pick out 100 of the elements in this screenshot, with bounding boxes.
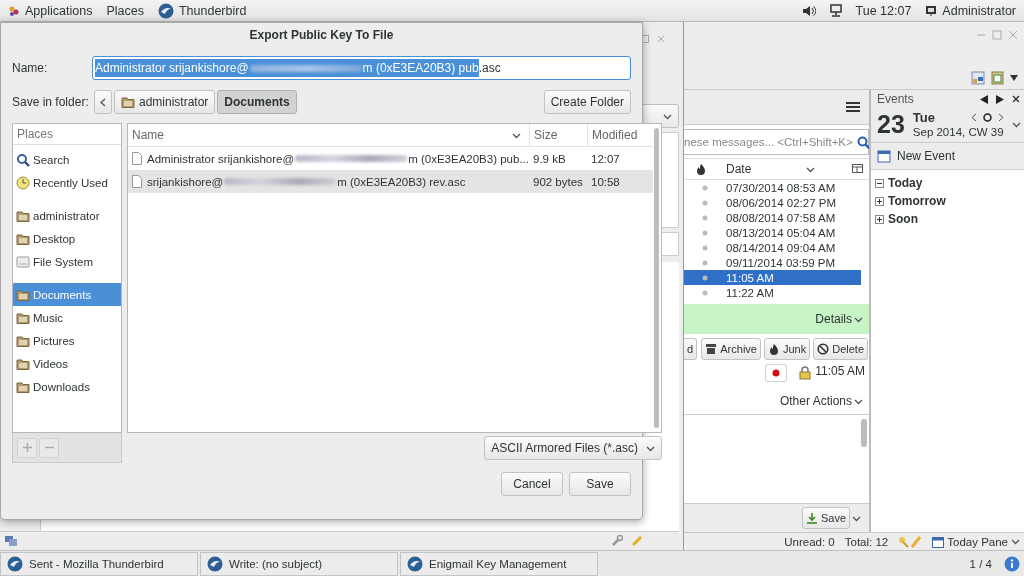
clock-icon [16,175,30,190]
caret-icon [1011,537,1020,546]
name-field[interactable]: Administrator srijankishore@ m (0xE3EA20B3) pub.asc [92,56,631,80]
pane-title: Events [877,92,915,106]
read-dot-icon [702,259,708,266]
network-icon [829,3,842,18]
chevron-left-icon [100,97,106,107]
sidebar-item[interactable]: Downloads [13,375,121,398]
taskbar-button[interactable]: Sent - Mozilla Thunderbird [0,551,198,576]
read-dot-icon [702,229,708,236]
filter-dropdown[interactable]: ASCII Armored Files (*.asc) [484,436,662,460]
column-header[interactable]: Size [529,124,587,147]
read-dot-icon [702,214,708,221]
clock[interactable]: Tue 12:07 [855,3,912,18]
close-icon [1012,95,1020,103]
sidebar-item[interactable]: Recently Used [13,171,121,194]
sidebar-item[interactable]: Pictures [13,329,121,352]
foot-icon [8,4,20,17]
save-icon [805,512,818,524]
save-button[interactable]: Save [801,507,850,529]
sidebar-item[interactable]: administrator [13,204,121,227]
wrench-icon [611,535,623,547]
column-header[interactable]: Name [128,124,529,147]
dialog-button[interactable]: Save [569,472,631,496]
message-row[interactable]: 07/30/2014 08:53 AM [684,180,861,195]
taskbar-button[interactable]: Enigmail Key Management [400,551,598,576]
event-group[interactable]: Tomorrow [888,194,946,208]
field-label: Name: [12,61,49,75]
message-time: 11:05 AM [815,364,865,378]
search-field[interactable]: nese messages... <Ctrl+Shift+K> [684,129,869,155]
path-button[interactable]: Documents [217,90,297,114]
sidebar-item[interactable]: Desktop [13,227,121,250]
create-folder-button[interactable]: Create Folder [543,90,631,114]
lock-icon [799,366,812,380]
message-row[interactable]: 08/08/2014 07:58 AM [684,210,861,225]
day-number: 23 [877,110,905,138]
message-row[interactable]: 09/11/2014 03:59 PM [684,255,861,270]
sidebar-item[interactable]: Search [13,148,121,171]
new-event-button[interactable]: New Event [871,143,1024,170]
column-header[interactable]: Date [718,162,806,176]
top-menu[interactable]: Applications [8,3,93,18]
details-toggle[interactable]: Details [815,312,852,326]
flame-icon [767,343,780,355]
taskbar-button[interactable]: Write: (no subject) [200,551,398,576]
today-pane-toggle[interactable]: Today Pane [932,535,1020,548]
calendar-icon [877,149,891,163]
workspace-indicator[interactable]: 1 / 4 [969,557,992,570]
month-week: Sep 2014, CW 39 [912,125,1004,138]
column-header[interactable]: Modified [587,124,653,147]
collapse-icon[interactable] [875,178,884,188]
action-button[interactable]: Junk [763,338,811,360]
volume-icon [801,4,816,17]
action-button[interactable]: d [684,338,698,360]
weekday: Tue [912,110,936,126]
message-row[interactable]: 08/06/2014 02:27 PM [684,195,861,210]
back-button[interactable] [94,90,112,114]
action-button[interactable]: Delete [813,338,868,360]
folder-icon [16,209,30,222]
drive-icon [16,254,30,269]
action-button[interactable]: Archive [701,338,761,360]
bird-icon [157,2,174,19]
unread-count: Unread: 0 [784,535,835,548]
dialog-title: Export Public Key To File [248,27,395,44]
keys-icon [898,535,923,548]
search-icon [16,152,30,167]
message-row[interactable]: 11:05 AM [684,270,861,285]
file-icon [132,175,142,188]
other-actions-menu[interactable]: Other Actions [779,394,852,408]
top-menu[interactable]: Places [106,3,144,18]
message-row[interactable]: 08/13/2014 05:04 AM [684,225,861,240]
file-name[interactable]: srijankishore@ m (0xE3EA20B3) rev.asc [128,170,529,193]
file-size: 902 bytes [529,170,587,193]
close-icon [1008,30,1018,40]
scrollbar[interactable] [861,419,867,447]
file-name[interactable]: Administrator srijankishore@ m (0xE3EA20B3) pub... [128,147,529,170]
sidebar-item[interactable]: File System [13,250,121,273]
folder-icon [16,311,30,324]
message-row[interactable]: 08/14/2014 09:04 AM [684,240,861,255]
read-dot-icon [702,184,708,191]
sidebar-item[interactable]: Videos [13,352,121,375]
read-dot-icon [702,274,708,281]
sidebar-item[interactable]: Music [13,306,121,329]
event-group[interactable]: Today [888,176,923,190]
message-row[interactable]: 11:22 AM [684,285,861,300]
path-button[interactable]: administrator [114,90,216,114]
plus-icon [22,443,32,452]
search-icon [856,135,869,149]
read-dot-icon [702,199,708,206]
app-menu[interactable]: Thunderbird [157,2,247,19]
expand-icon[interactable] [875,196,884,206]
user-menu[interactable]: Administrator [925,3,1016,18]
dialog-button[interactable]: Cancel [501,472,563,496]
dropdown-arrow-icon [1010,74,1018,81]
folder-icon [16,380,30,393]
expand-icon[interactable] [875,214,884,224]
info-icon [1004,555,1020,572]
event-group[interactable]: Soon [888,212,918,226]
scrollbar[interactable] [654,128,660,428]
sidebar-header: Places [13,124,121,145]
record-button[interactable] [765,364,788,382]
